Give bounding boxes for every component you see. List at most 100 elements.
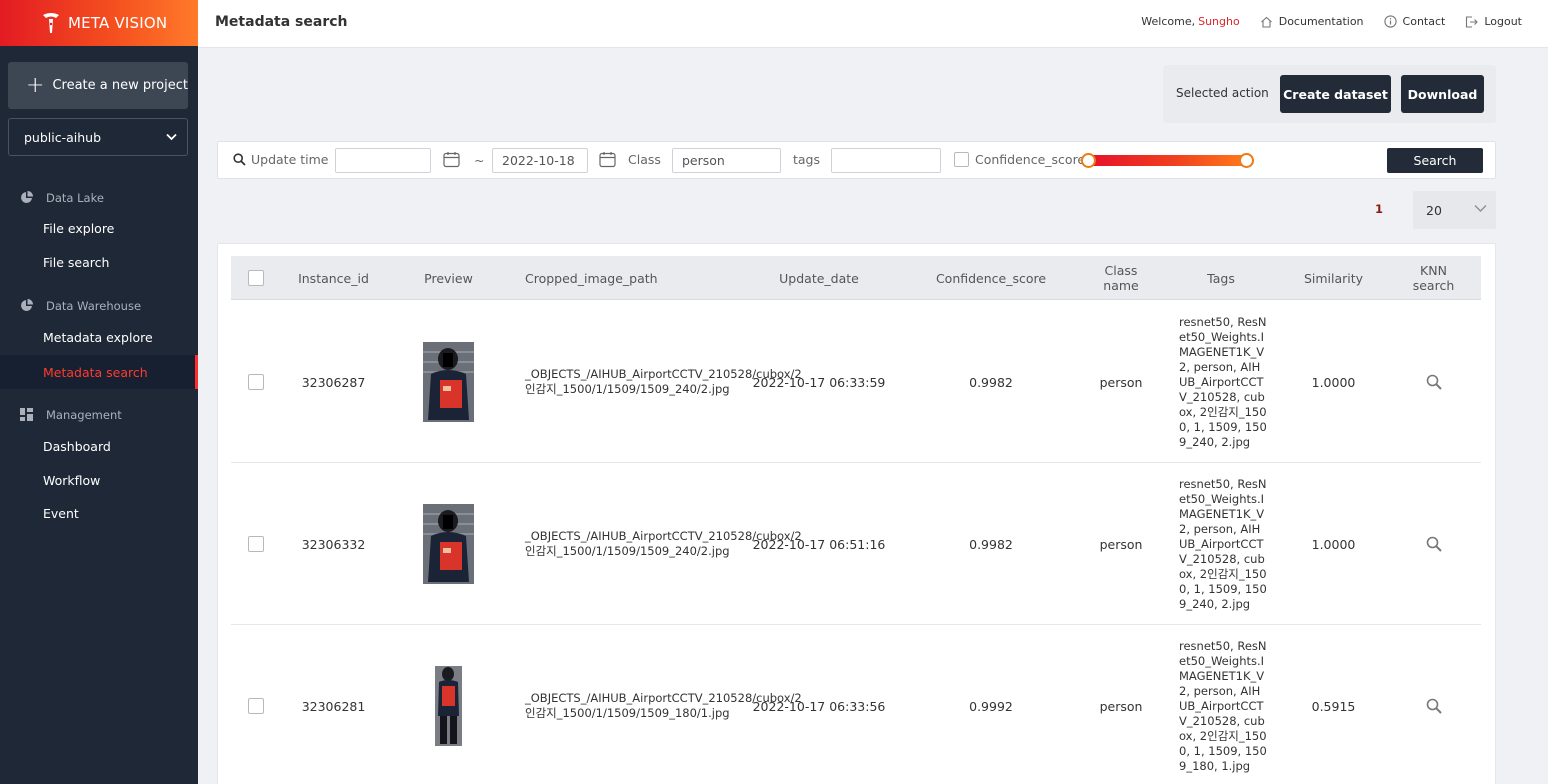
instance-id: 32306287 — [301, 374, 366, 390]
update-date: 2022-10-17 06:51:16 — [752, 536, 886, 552]
preview-image[interactable] — [423, 342, 474, 422]
update-time-label: Update time — [251, 152, 329, 167]
results-table: Instance_id Preview Cropped_image_path U… — [217, 243, 1496, 784]
row-select-cell — [231, 625, 281, 784]
search-icon[interactable] — [1426, 698, 1442, 714]
preview-cell — [406, 625, 491, 784]
calendar-icon[interactable] — [599, 151, 616, 168]
project-select[interactable]: public-aihub — [8, 118, 188, 156]
similarity: 1.0000 — [1311, 374, 1356, 390]
logout-label: Logout — [1484, 15, 1522, 28]
tags-label: tags — [793, 152, 821, 167]
sidebar-item-file-explore[interactable]: File explore — [0, 211, 198, 245]
sidebar-item-event[interactable]: Event — [0, 496, 198, 530]
class-label: Class — [628, 152, 661, 167]
col-class-name[interactable]: Class name — [1091, 256, 1151, 300]
meta-vision-logo-icon — [40, 12, 62, 34]
search-button[interactable]: Search — [1387, 148, 1483, 173]
pie-chart-icon — [20, 299, 34, 313]
sidebar: META VISION + Create a new project publi… — [0, 0, 198, 784]
sidebar-item-label: Event — [43, 505, 79, 521]
row-checkbox[interactable] — [248, 374, 264, 390]
similarity: 1.0000 — [1311, 536, 1356, 552]
cropped-image-path: _OBJECTS_/AIHUB_AirportCCTV_210528/cubox… — [525, 367, 802, 396]
sidebar-item-label: File explore — [43, 220, 115, 236]
documentation-label: Documentation — [1278, 15, 1364, 28]
date-from-input[interactable] — [335, 148, 431, 173]
sidebar-item-workflow[interactable]: Workflow — [0, 463, 198, 497]
row-checkbox[interactable] — [248, 698, 264, 714]
confidence-score-slider[interactable] — [1089, 155, 1246, 166]
brand-header[interactable]: META VISION — [0, 0, 198, 46]
slider-max-handle[interactable] — [1239, 153, 1254, 168]
header-user-links: Welcome, Sungho Documentation Contact Lo… — [1141, 15, 1522, 28]
sidebar-item-metadata-search[interactable]: Metadata search — [0, 355, 198, 389]
date-to-input[interactable]: 2022-10-18 — [492, 148, 588, 173]
chevron-down-icon — [1474, 205, 1487, 212]
instance-id: 32306281 — [301, 698, 366, 714]
section-title: Data Lake — [46, 191, 104, 205]
table-row[interactable]: 32306332 _OBJECTS_/AIHUB_AirportCCTV_210… — [231, 463, 1481, 625]
create-project-button[interactable]: + Create a new project — [8, 62, 188, 109]
section-management: Management — [20, 408, 122, 422]
col-confidence-score[interactable]: Confidence_score — [921, 256, 1061, 300]
col-preview: Preview — [424, 270, 473, 286]
search-icon[interactable] — [1426, 374, 1442, 390]
col-knn-search: KNN search — [1412, 263, 1455, 293]
sidebar-item-label: Metadata explore — [43, 329, 153, 345]
sidebar-item-file-search[interactable]: File search — [0, 245, 198, 279]
search-icon[interactable] — [1426, 536, 1442, 552]
section-data-lake: Data Lake — [20, 191, 104, 205]
sidebar-item-dashboard[interactable]: Dashboard — [0, 429, 198, 463]
sidebar-item-metadata-explore[interactable]: Metadata explore — [0, 320, 198, 354]
tags: resnet50, ResNet50_Weights.IMAGENET1K_V2… — [1179, 638, 1267, 773]
tags: resnet50, ResNet50_Weights.IMAGENET1K_V2… — [1179, 476, 1267, 611]
contact-link[interactable]: Contact — [1383, 15, 1446, 28]
preview-image[interactable] — [423, 504, 474, 584]
contact-label: Contact — [1402, 15, 1446, 28]
similarity: 0.5915 — [1311, 698, 1356, 714]
documentation-link[interactable]: Documentation — [1260, 15, 1364, 28]
col-similarity[interactable]: Similarity — [1286, 256, 1381, 300]
date-range-separator: ~ — [474, 153, 485, 168]
calendar-icon[interactable] — [443, 151, 460, 168]
confidence-score: 0.9982 — [969, 536, 1013, 552]
confidence-score-checkbox[interactable] — [954, 152, 969, 167]
sidebar-item-label: Workflow — [43, 472, 101, 488]
selected-action-label: Selected action — [1176, 86, 1269, 100]
slider-min-handle[interactable] — [1081, 153, 1096, 168]
knn-search-cell — [1406, 625, 1461, 784]
row-select-cell — [231, 301, 281, 463]
section-title: Data Warehouse — [46, 299, 142, 313]
create-dataset-button[interactable]: Create dataset — [1280, 75, 1391, 113]
col-instance-id[interactable]: Instance_id — [281, 256, 386, 300]
table-row[interactable]: 32306287 _OBJECTS_/AIHUB_AirportCCTV_210… — [231, 301, 1481, 463]
section-title: Management — [46, 408, 122, 422]
table-row[interactable]: 32306281 _OBJECTS_/AIHUB_AirportCCTV_210… — [231, 625, 1481, 784]
tags-input[interactable] — [831, 148, 941, 173]
brand-name: META VISION — [68, 14, 168, 32]
instance-id: 32306332 — [301, 536, 366, 552]
select-all-cell — [231, 256, 281, 300]
current-page-number[interactable]: 1 — [1375, 202, 1383, 216]
class-name: person — [1099, 536, 1143, 552]
confidence-score: 0.9992 — [969, 698, 1013, 714]
sidebar-item-label: Metadata search — [43, 364, 148, 380]
filter-bar: Update time ~ 2022-10-18 Class person ta… — [217, 141, 1496, 179]
preview-cell — [406, 463, 491, 625]
select-all-checkbox[interactable] — [248, 270, 264, 286]
class-input[interactable]: person — [672, 148, 781, 173]
cropped-image-path: _OBJECTS_/AIHUB_AirportCCTV_210528/cubox… — [525, 529, 802, 558]
per-page-select[interactable]: 20 — [1413, 191, 1496, 229]
user-name[interactable]: Sungho — [1198, 15, 1240, 28]
section-data-warehouse: Data Warehouse — [20, 299, 141, 313]
col-update-date[interactable]: Update_date — [739, 256, 899, 300]
home-icon — [1260, 16, 1272, 28]
update-time-filter: Update time — [233, 152, 328, 167]
col-cropped-image-path[interactable]: Cropped_image_path — [511, 256, 711, 300]
confidence-score-label: Confidence_score — [975, 152, 1086, 167]
row-checkbox[interactable] — [248, 536, 264, 552]
preview-image[interactable] — [435, 666, 462, 746]
logout-link[interactable]: Logout — [1465, 15, 1522, 28]
download-button[interactable]: Download — [1401, 75, 1484, 113]
